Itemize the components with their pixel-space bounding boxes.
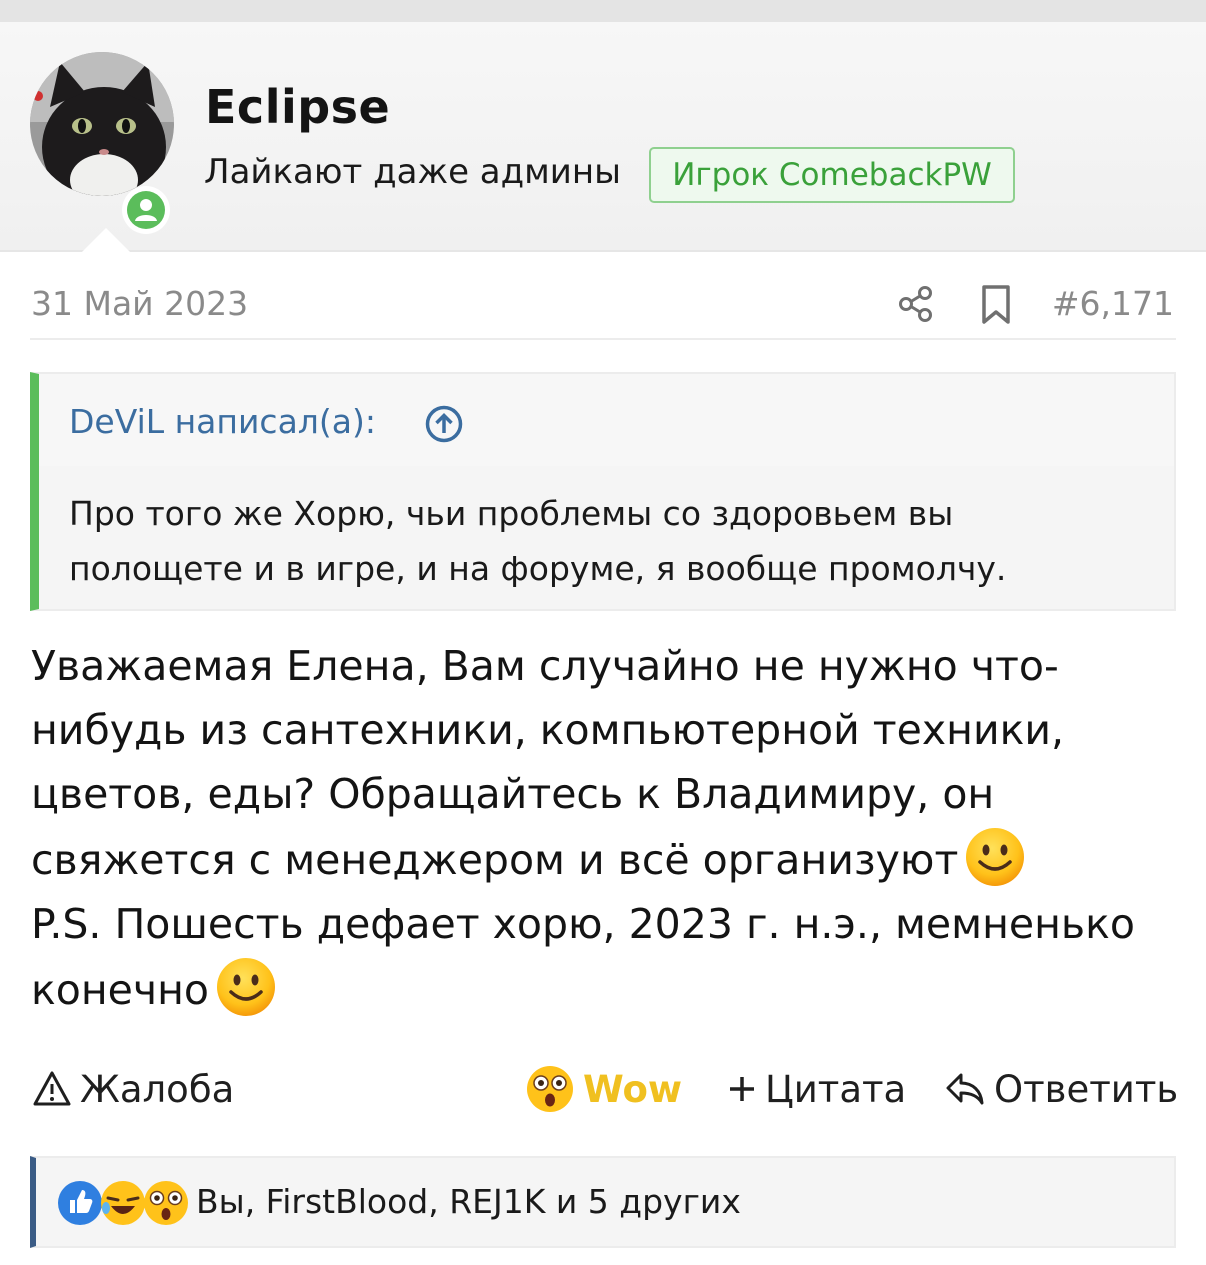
quote-text: Про того же Хорю, чьи проблемы со здоров… (69, 494, 1007, 588)
quote-header: DeViL написал(а): (39, 374, 1174, 466)
share-icon[interactable] (896, 284, 936, 324)
smile-emoji-icon (217, 958, 275, 1016)
online-status-badge (122, 186, 170, 234)
quote-author[interactable]: DeViL написал(а): (69, 402, 376, 441)
username[interactable]: Eclipse (205, 80, 390, 134)
quote-block: DeViL написал(а): Про того же Хорю, чьи … (30, 372, 1176, 611)
report-label: Жалоба (80, 1067, 235, 1111)
bookmark-icon[interactable] (980, 284, 1012, 326)
wow-icon (527, 1066, 573, 1112)
user-banner: Игрок ComebackPW (649, 147, 1015, 203)
header-pointer (82, 228, 130, 252)
quote-button[interactable]: Цитата (727, 1064, 906, 1114)
post-number[interactable]: #6,171 (1052, 284, 1174, 323)
post-body-text: Уважаемая Елена, Вам случайно не нужно ч… (31, 642, 1065, 884)
warning-icon (33, 1071, 71, 1106)
plus-icon (730, 1077, 754, 1101)
smile-emoji-icon (966, 828, 1025, 886)
meta-divider (30, 338, 1176, 340)
arrow-up-circle-icon[interactable] (424, 404, 464, 444)
reactions-bar[interactable]: Вы, FirstBlood, REJ1K и 5 других (30, 1156, 1176, 1248)
post-body: Уважаемая Елена, Вам случайно не нужно ч… (31, 634, 1171, 1022)
reply-button[interactable]: Ответить (944, 1064, 1178, 1114)
reaction-summary[interactable]: Вы, FirstBlood, REJ1K и 5 других (196, 1182, 741, 1221)
reaction-icons (58, 1181, 188, 1225)
reaction-button[interactable]: Wow (525, 1064, 682, 1114)
user-header: Eclipse Лайкают даже админы Игрок Comeba… (0, 22, 1206, 252)
laugh-icon (101, 1181, 145, 1225)
quote-label: Цитата (765, 1067, 907, 1111)
avatar[interactable] (30, 52, 174, 196)
report-button[interactable]: Жалоба (32, 1064, 234, 1114)
like-icon (58, 1181, 102, 1225)
user-online-icon (127, 191, 165, 229)
reply-label: Ответить (994, 1067, 1179, 1111)
reply-arrow-icon (946, 1073, 984, 1105)
top-divider (0, 0, 1206, 22)
reaction-label: Wow (583, 1067, 683, 1111)
post-date[interactable]: 31 Май 2023 (31, 284, 248, 323)
user-title: Лайкают даже админы (204, 152, 621, 192)
wow-icon (144, 1181, 188, 1225)
post-body-ps: P.S. Пошесть дефает хорю, 2023 г. н.э., … (31, 900, 1135, 1014)
